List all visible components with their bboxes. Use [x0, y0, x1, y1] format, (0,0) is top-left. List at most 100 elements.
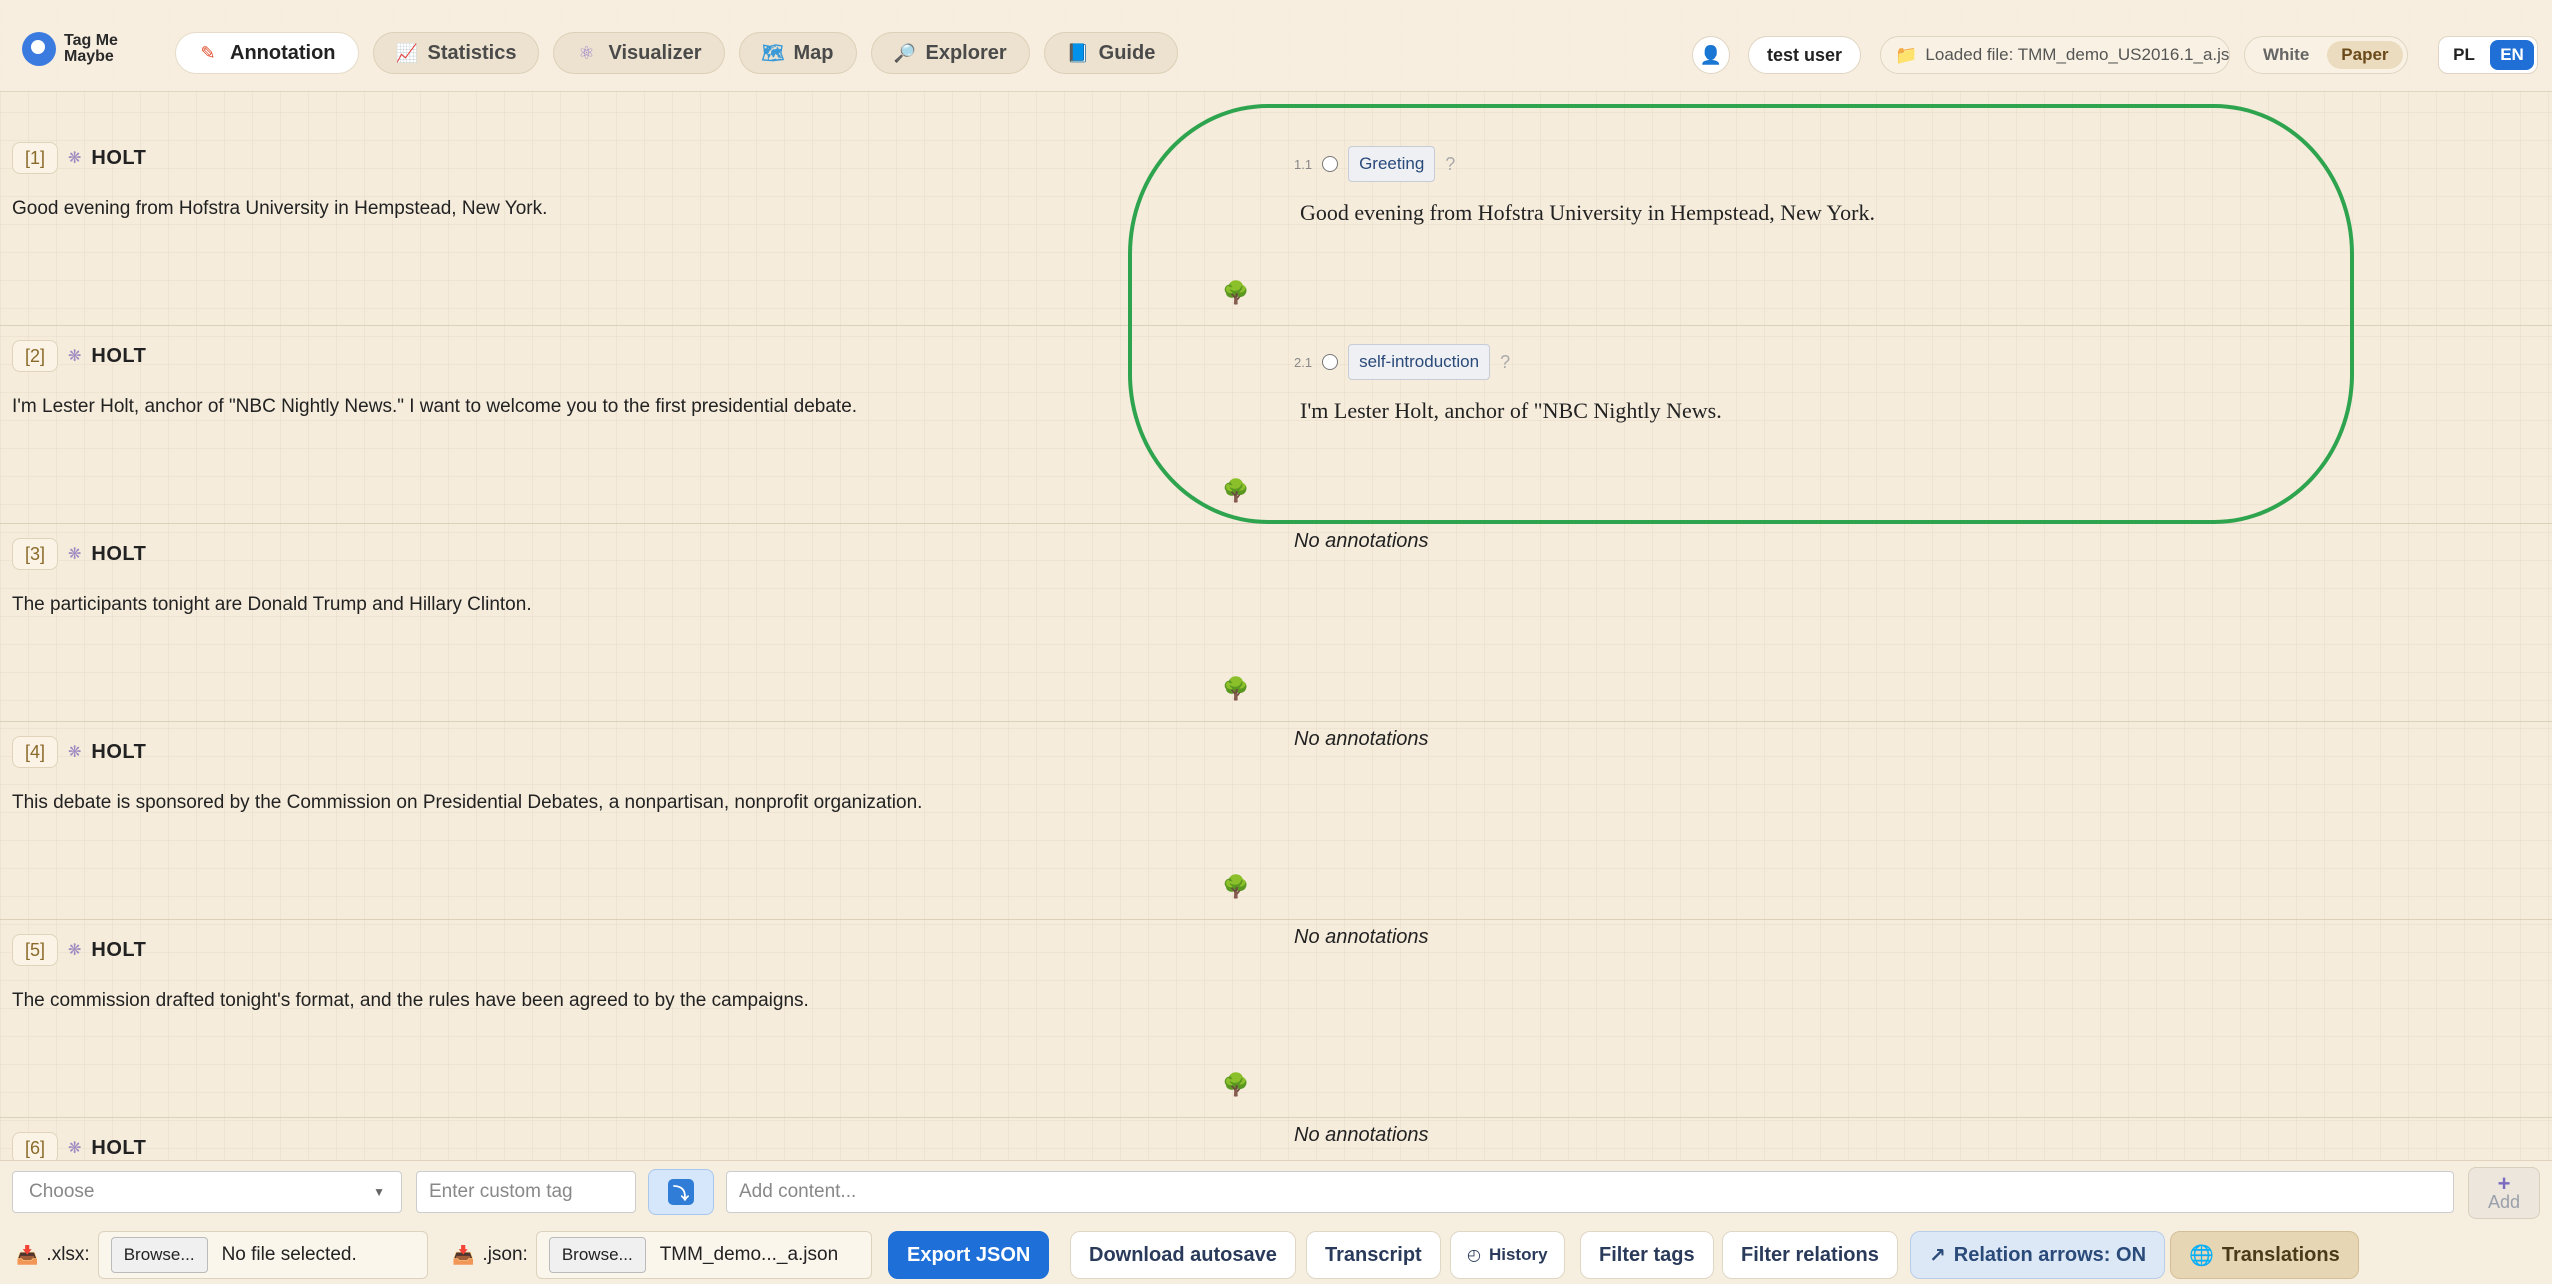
utterance-text[interactable]: I'm Lester Holt, anchor of "NBC Nightly … — [12, 396, 857, 418]
utterance-index[interactable]: [4] — [12, 736, 58, 768]
tab-statistics[interactable]: 📈 Statistics — [372, 32, 540, 74]
user-avatar-icon[interactable]: 👤 — [1692, 36, 1730, 74]
filter-relations-button[interactable]: Filter relations — [1722, 1231, 1898, 1279]
bottom-toolbar: Choose ▼ ⤵ + Add 📥 .xlsx: Browse... No f… — [0, 1160, 2552, 1284]
custom-tag-input[interactable] — [416, 1171, 636, 1213]
help-icon[interactable]: ? — [1445, 154, 1455, 175]
json-file-name: TMM_demo..._a.json — [659, 1244, 839, 1265]
xlsx-browse-button[interactable]: Browse... — [110, 1237, 208, 1273]
tag-select-placeholder: Choose — [29, 1181, 95, 1202]
utterance-index[interactable]: [6] — [12, 1132, 58, 1160]
speaker-icon: ❋ — [68, 744, 82, 761]
tree-icon[interactable]: 🌳 — [1222, 874, 1249, 900]
utterance-index[interactable]: [5] — [12, 934, 58, 966]
tree-icon[interactable]: 🌳 — [1222, 478, 1249, 504]
chart-icon: 📈 — [395, 42, 418, 63]
swap-icon: ⤵ — [668, 1179, 694, 1205]
utterance-text[interactable]: The participants tonight are Donald Trum… — [12, 594, 532, 616]
history-label: History — [1488, 1245, 1548, 1264]
theme-paper-button[interactable]: Paper — [2327, 41, 2403, 69]
utterance-text[interactable]: The commission drafted tonight's format,… — [12, 990, 809, 1012]
history-icon: ◴ — [1467, 1247, 1481, 1264]
filter-tags-button[interactable]: Filter tags — [1580, 1231, 1714, 1279]
utterance-text[interactable]: This debate is sponsored by the Commissi… — [12, 792, 922, 814]
utterance-index[interactable]: [2] — [12, 340, 58, 372]
relation-arrows-toggle[interactable]: ↗ Relation arrows: ON — [1910, 1231, 2166, 1279]
xlsx-file-input[interactable]: Browse... No file selected. — [97, 1231, 428, 1279]
annotation-radio[interactable] — [1322, 354, 1339, 370]
logo-text: Tag Me Maybe — [64, 32, 118, 65]
annotated-segment: I'm Lester Holt, anchor of "NBC Nightly … — [1300, 398, 1722, 423]
theme-white-button[interactable]: White — [2249, 41, 2323, 69]
atom-icon: ⚛ — [578, 42, 595, 63]
download-autosave-button[interactable]: Download autosave — [1070, 1231, 1296, 1279]
speaker-icon: ❋ — [68, 546, 82, 563]
no-annotations-label: No annotations — [1294, 1124, 1429, 1146]
utterance-header: [1] ❋ HOLT — [12, 142, 146, 174]
speaker-icon: ❋ — [68, 942, 82, 959]
json-file-input[interactable]: Browse... TMM_demo..._a.json — [535, 1231, 872, 1279]
pencil-icon: ✎ — [200, 42, 216, 63]
export-json-button[interactable]: Export JSON — [888, 1231, 1050, 1279]
translations-label: Translations — [2221, 1243, 2340, 1266]
json-label: .json: — [482, 1244, 528, 1265]
loaded-file-text: Loaded file: TMM_demo_US2016.1_a.jso — [1925, 45, 2230, 64]
speaker-name: HOLT — [91, 1136, 147, 1159]
utterance-row: [3] ❋ HOLT The participants tonight are … — [0, 524, 2552, 722]
export-json-label: Export JSON — [907, 1243, 1031, 1266]
xlsx-file-name: No file selected. — [221, 1244, 357, 1265]
tag-select[interactable]: Choose ▼ — [12, 1171, 402, 1213]
tab-label: Statistics — [427, 41, 517, 64]
utterance-header: [4] ❋ HOLT — [12, 736, 146, 768]
tab-map[interactable]: 🗺 Map — [738, 32, 857, 74]
utterance-text[interactable]: Good evening from Hofstra University in … — [12, 198, 547, 220]
annotation: 1.1 Greeting ? — [1294, 146, 1455, 182]
json-browse-button[interactable]: Browse... — [548, 1237, 646, 1273]
add-content-input[interactable] — [726, 1171, 2454, 1213]
tab-explorer[interactable]: 🔎 Explorer — [870, 32, 1030, 74]
speaker-name: HOLT — [91, 542, 147, 565]
xlsx-label: .xlsx: — [46, 1244, 90, 1265]
logo-icon — [22, 32, 56, 66]
user-name[interactable]: test user — [1748, 36, 1862, 74]
book-icon: 📘 — [1066, 42, 1090, 63]
lang-pl-button[interactable]: PL — [2442, 40, 2486, 70]
tag-chip[interactable]: Greeting — [1348, 146, 1436, 182]
swap-button[interactable]: ⤵ — [648, 1169, 714, 1215]
relation-arrows-label: Relation arrows: ON — [1953, 1243, 2147, 1266]
transcript-button[interactable]: Transcript — [1306, 1231, 1441, 1279]
tag-chip[interactable]: self-introduction — [1348, 344, 1491, 380]
tab-label: Explorer — [925, 41, 1007, 64]
utterance-row: [4] ❋ HOLT This debate is sponsored by t… — [0, 722, 2552, 920]
app-logo[interactable]: Tag Me Maybe — [22, 32, 136, 66]
annotation-number: 1.1 — [1294, 156, 1313, 172]
transcript-label: Transcript — [1325, 1243, 1422, 1266]
history-button[interactable]: ◴ History — [1450, 1231, 1565, 1279]
main-nav: ✎ Annotation 📈 Statistics ⚛ Visualizer 🗺… — [175, 32, 1179, 74]
upload-icon: 📥 — [16, 1244, 39, 1265]
no-annotations-label: No annotations — [1294, 926, 1429, 948]
download-autosave-label: Download autosave — [1089, 1243, 1277, 1266]
lang-en-button[interactable]: EN — [2490, 40, 2534, 70]
tab-guide[interactable]: 📘 Guide — [1043, 32, 1179, 74]
tab-annotation[interactable]: ✎ Annotation — [175, 32, 359, 74]
translations-button[interactable]: 🌐 Translations — [2170, 1231, 2359, 1279]
annotation-radio[interactable] — [1322, 156, 1339, 172]
tree-icon[interactable]: 🌳 — [1222, 1072, 1249, 1098]
utterance-index[interactable]: [3] — [12, 538, 58, 570]
language-switch: PL EN — [2438, 36, 2538, 74]
utterance-index[interactable]: [1] — [12, 142, 58, 174]
utterance-row: [2] ❋ HOLT I'm Lester Holt, anchor of "N… — [0, 326, 2552, 524]
add-button-label: Add — [2487, 1192, 2521, 1212]
tab-label: Visualizer — [608, 41, 702, 64]
speaker-name: HOLT — [91, 146, 147, 169]
speaker-icon: ❋ — [68, 150, 82, 167]
tree-icon[interactable]: 🌳 — [1222, 280, 1249, 306]
no-annotations-label: No annotations — [1294, 530, 1429, 552]
tab-visualizer[interactable]: ⚛ Visualizer — [553, 32, 725, 74]
help-icon[interactable]: ? — [1500, 352, 1510, 373]
search-icon: 🔎 — [893, 42, 916, 63]
add-button[interactable]: + Add — [2468, 1167, 2540, 1219]
tree-icon[interactable]: 🌳 — [1222, 676, 1249, 702]
filter-tags-label: Filter tags — [1599, 1243, 1695, 1266]
